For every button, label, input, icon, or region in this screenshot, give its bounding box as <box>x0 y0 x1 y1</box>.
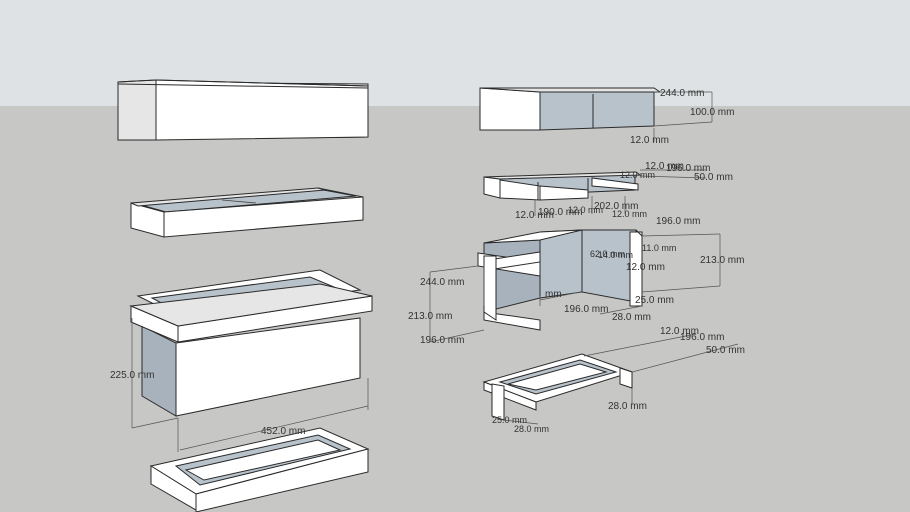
dim-overlap-c: 12.0 mm <box>612 209 647 219</box>
dim-28-frame: 28.0 mm <box>612 312 651 323</box>
dim-196-side: 196.0 mm <box>420 335 464 346</box>
dim-11: 11.0 mm <box>642 243 676 253</box>
dim-213-side: 213.0 mm <box>408 311 452 322</box>
dim-50-drawer: 50.0 mm <box>694 172 733 183</box>
dim-12-frame: 12.0 mm <box>626 262 665 273</box>
dim-14: 14.0 mm <box>598 250 633 260</box>
dim-12-overlap-a: 12.0 mm <box>568 205 603 215</box>
dim-196-frame: 196.0 mm <box>656 216 700 227</box>
dim-mm-label: mm <box>545 289 562 300</box>
dim-244-side: 244.0 mm <box>420 277 464 288</box>
top-shell[interactable] <box>479 87 662 131</box>
dim-height-225: 225.0 mm <box>110 370 154 381</box>
dim-length-452: 452.0 mm <box>261 426 305 437</box>
dim-244-top: 244.0 mm <box>660 88 704 99</box>
dim-50-bottom: 50.0 mm <box>706 345 745 356</box>
dim-25-frame: 25.0 mm <box>635 295 674 306</box>
dim-28-bottom-b: 28.0 mm <box>514 424 549 434</box>
dim-196-bottom: 196.0 mm <box>680 332 724 343</box>
dim-213-right: 213.0 mm <box>700 255 744 266</box>
dim-12-overlap-b: 12.0 mm <box>620 170 655 180</box>
dim-28-bottom: 28.0 mm <box>608 401 647 412</box>
dim-196-mid: 196.0 mm <box>564 304 608 315</box>
cad-viewport[interactable]: 225.0 mm 452.0 mm 244.0 mm 100.0 mm 12.0… <box>0 0 910 512</box>
lid-box[interactable] <box>117 79 369 141</box>
dim-12-top: 12.0 mm <box>630 135 669 146</box>
dim-100: 100.0 mm <box>690 107 734 118</box>
